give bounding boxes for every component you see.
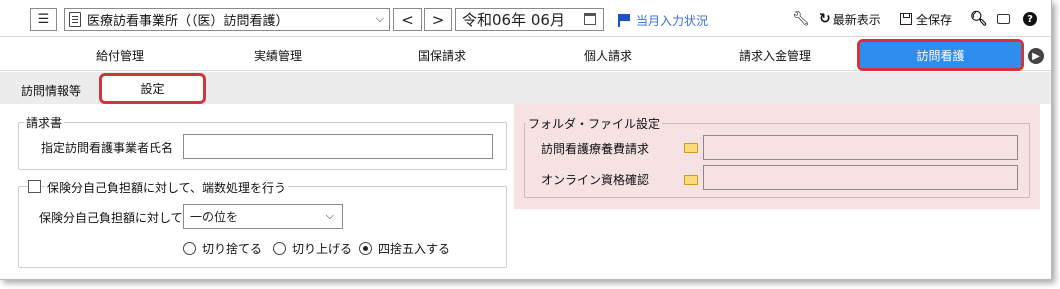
tab-jisseki-kanri[interactable]: 実績管理 — [218, 40, 338, 70]
save-all-button[interactable]: 全保存 — [900, 11, 952, 27]
chevron-down-icon: ⌵ — [375, 12, 384, 25]
settings-panel: 請求書 指定訪問看護事業者氏名 保険分自己負担額に対して、端数処理を行う 保険分… — [0, 104, 1051, 279]
tab-kojin-seikyu[interactable]: 個人請求 — [548, 40, 668, 70]
radio-selected-icon — [359, 242, 372, 255]
refresh-label: 最新表示 — [832, 12, 881, 27]
online-qualification-label: オンライン資格確認 — [541, 173, 650, 187]
subtab-homon-info[interactable]: 訪問情報等 — [10, 76, 92, 104]
folder-group-legend: フォルダ・ファイル設定 — [526, 115, 663, 132]
flag-icon — [618, 14, 630, 27]
monthly-input-status-label: 当月入力状況 — [636, 14, 709, 28]
rounding-checkbox-label: 保険分自己負担額に対して、端数処理を行う — [45, 179, 289, 196]
tab-kokuho-seikyu[interactable]: 国保請求 — [382, 40, 502, 70]
radio-round-half[interactable]: 四捨五入する — [359, 240, 450, 257]
next-arrow-icon: > — [431, 10, 445, 29]
top-toolbar: ☰ 医療訪看事業所（（医）訪問看護） ⌵ < > 令和06年 06月 当月入力状… — [0, 0, 1051, 37]
radio-circle-icon — [183, 242, 196, 255]
tab-kyufu-kanri[interactable]: 給付管理 — [60, 40, 180, 70]
document-icon — [69, 12, 81, 27]
wrench-icon: 🔧︎ — [792, 11, 810, 27]
monthly-input-status-link[interactable]: 当月入力状況 — [618, 12, 708, 29]
refresh-icon: ↻ — [819, 11, 831, 27]
help-button[interactable]: ? — [1023, 11, 1037, 27]
folder-icon[interactable] — [684, 143, 698, 153]
rounding-digit-value: 一の位を — [190, 210, 239, 224]
provider-name-input[interactable] — [183, 134, 493, 159]
month-value: 令和06年 06月 — [462, 11, 565, 29]
rounding-digit-select[interactable]: 一の位を ⌵ — [183, 204, 343, 229]
app-window: ☰ 医療訪看事業所（（医）訪問看護） ⌵ < > 令和06年 06月 当月入力状… — [0, 0, 1052, 280]
office-select[interactable]: 医療訪看事業所（（医）訪問看護） ⌵ — [64, 8, 390, 31]
floppy-disk-icon — [900, 13, 912, 25]
month-input[interactable]: 令和06年 06月 — [455, 8, 604, 31]
office-select-value: 医療訪看事業所（（医）訪問看護） — [87, 14, 289, 29]
refresh-button[interactable]: ↻ 最新表示 — [819, 11, 881, 27]
claim-folder-input[interactable] — [703, 135, 1018, 160]
sub-tab-bar: 訪問情報等 設定 — [0, 72, 1051, 104]
prev-month-button[interactable]: < — [393, 8, 422, 31]
rounding-checkbox[interactable] — [28, 180, 41, 193]
list-menu-button[interactable]: ☰ — [30, 8, 57, 31]
billing-group-legend: 請求書 — [24, 114, 65, 131]
search-button[interactable]: 🔍︎ — [970, 11, 988, 27]
tab-seikyu-nyukin-kanri[interactable]: 請求入金管理 — [715, 40, 835, 70]
tab-homon-kango[interactable]: 訪問看護 — [857, 39, 1024, 71]
list-icon: ☰ — [37, 12, 50, 27]
claim-folder-label: 訪問看護療養費請求 — [541, 142, 650, 156]
rounding-target-label: 保険分自己負担額に対して — [39, 211, 183, 225]
folder-settings-panel: フォルダ・ファイル設定 訪問看護療養費請求 オンライン資格確認 — [514, 104, 1040, 209]
printer-icon — [997, 14, 1010, 24]
online-qualification-input[interactable] — [703, 165, 1018, 190]
radio-round-down[interactable]: 切り捨てる — [183, 240, 262, 257]
radio-circle-icon — [273, 242, 286, 255]
help-icon: ? — [1023, 12, 1037, 26]
radio-round-up[interactable]: 切り上げる — [273, 240, 352, 257]
folder-icon[interactable] — [684, 175, 698, 185]
chevron-right-icon[interactable]: ▶ — [1028, 48, 1044, 64]
main-tab-bar: 給付管理 実績管理 国保請求 個人請求 請求入金管理 訪問看護 ▶ — [0, 37, 1051, 71]
save-all-label: 全保存 — [916, 12, 953, 27]
radio-round-down-label: 切り捨てる — [202, 242, 263, 256]
chevron-down-icon: ⌵ — [325, 209, 334, 222]
prev-arrow-icon: < — [401, 10, 414, 29]
search-icon: 🔍︎ — [970, 11, 988, 27]
radio-round-half-label: 四捨五入する — [378, 242, 451, 256]
provider-name-label: 指定訪問看護事業者氏名 — [41, 141, 174, 155]
radio-round-up-label: 切り上げる — [292, 242, 353, 256]
next-month-button[interactable]: > — [424, 8, 452, 31]
settings-wrench-button[interactable]: 🔧︎ — [792, 11, 810, 27]
calendar-icon[interactable] — [584, 13, 596, 25]
print-button[interactable] — [997, 11, 1010, 27]
subtab-settings[interactable]: 設定 — [99, 73, 206, 104]
